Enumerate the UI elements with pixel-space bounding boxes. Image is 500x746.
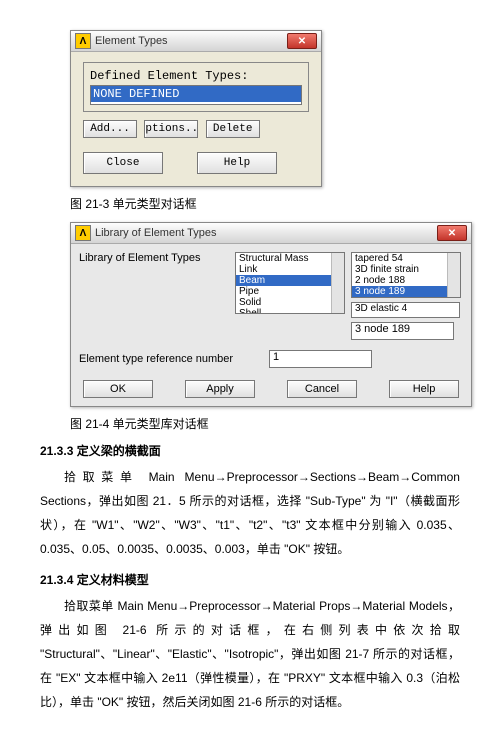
defined-types-list[interactable]: NONE DEFINED	[90, 85, 302, 105]
category-list[interactable]: Structural MassLinkBeamPipeSolidShell	[236, 253, 331, 313]
type-list[interactable]: tapered 543D finite strain2 node 1883 no…	[352, 253, 447, 297]
app-icon: Λ	[75, 33, 91, 49]
selected-type-field[interactable]: 3 node 189	[351, 322, 454, 340]
dialog-title: Element Types	[95, 35, 287, 47]
close-icon[interactable]: ✕	[287, 33, 317, 49]
list-item[interactable]: Structural Mass	[236, 253, 331, 264]
figure-caption-21-4: 图 21-4 单元类型库对话框	[70, 415, 460, 432]
paragraph: 拾取菜单 Main Menu→Preprocessor→Sections→Bea…	[40, 465, 460, 561]
defined-types-label: Defined Element Types:	[90, 69, 302, 83]
type-list-wrap: tapered 543D finite strain2 node 1883 no…	[351, 252, 461, 298]
list-item[interactable]: Beam	[236, 275, 331, 286]
dialog-title: Library of Element Types	[95, 227, 437, 239]
help-button[interactable]: Help	[197, 152, 277, 174]
titlebar[interactable]: Λ Element Types ✕	[71, 31, 321, 52]
close-icon[interactable]: ✕	[437, 225, 467, 241]
bottom-buttons: Close Help	[83, 152, 309, 174]
list-item[interactable]: Shell	[236, 308, 331, 313]
list-item[interactable]: NONE DEFINED	[91, 86, 301, 102]
defined-types-group: Defined Element Types: NONE DEFINED	[83, 62, 309, 112]
list-item[interactable]: 2 node 188	[352, 275, 447, 286]
ref-number-input[interactable]: 1	[269, 350, 372, 368]
scrollbar[interactable]	[331, 253, 344, 313]
scrollbar[interactable]	[447, 253, 460, 297]
action-buttons: Add... ptions.. Delete	[83, 120, 309, 138]
list-item[interactable]: Pipe	[236, 286, 331, 297]
ref-number-label: Element type reference number	[79, 353, 249, 365]
delete-button[interactable]: Delete	[206, 120, 260, 138]
cancel-button[interactable]: Cancel	[287, 380, 357, 398]
section-heading-21-3-3: 21.3.3 定义梁的横截面	[40, 442, 460, 459]
apply-button[interactable]: Apply	[185, 380, 255, 398]
ok-button[interactable]: OK	[83, 380, 153, 398]
list-item[interactable]: 3D finite strain	[352, 264, 447, 275]
figure-caption-21-3: 图 21-3 单元类型对话框	[70, 195, 460, 212]
element-types-dialog: Λ Element Types ✕ Defined Element Types:…	[70, 30, 322, 187]
list-item[interactable]: Link	[236, 264, 331, 275]
section-heading-21-3-4: 21.3.4 定义材料模型	[40, 571, 460, 588]
help-button[interactable]: Help	[389, 380, 459, 398]
app-icon: Λ	[75, 225, 91, 241]
options-button[interactable]: ptions..	[144, 120, 198, 138]
list-item[interactable]: 3 node 189	[352, 286, 447, 297]
close-button[interactable]: Close	[83, 152, 163, 174]
library-label: Library of Element Types	[79, 252, 229, 264]
category-list-wrap: Structural MassLinkBeamPipeSolidShell	[235, 252, 345, 314]
list-item[interactable]: 3D elastic 4	[352, 303, 459, 314]
type-list-extra[interactable]: 3D elastic 4	[351, 302, 460, 318]
list-item[interactable]: Solid	[236, 297, 331, 308]
dialog-buttons: OK Apply Cancel Help	[79, 380, 463, 398]
library-element-types-dialog: Λ Library of Element Types ✕ Library of …	[70, 222, 472, 407]
titlebar[interactable]: Λ Library of Element Types ✕	[71, 223, 471, 244]
paragraph: 拾取菜单 Main Menu→Preprocessor→Material Pro…	[40, 594, 460, 714]
add-button[interactable]: Add...	[83, 120, 137, 138]
list-item[interactable]: tapered 54	[352, 253, 447, 264]
